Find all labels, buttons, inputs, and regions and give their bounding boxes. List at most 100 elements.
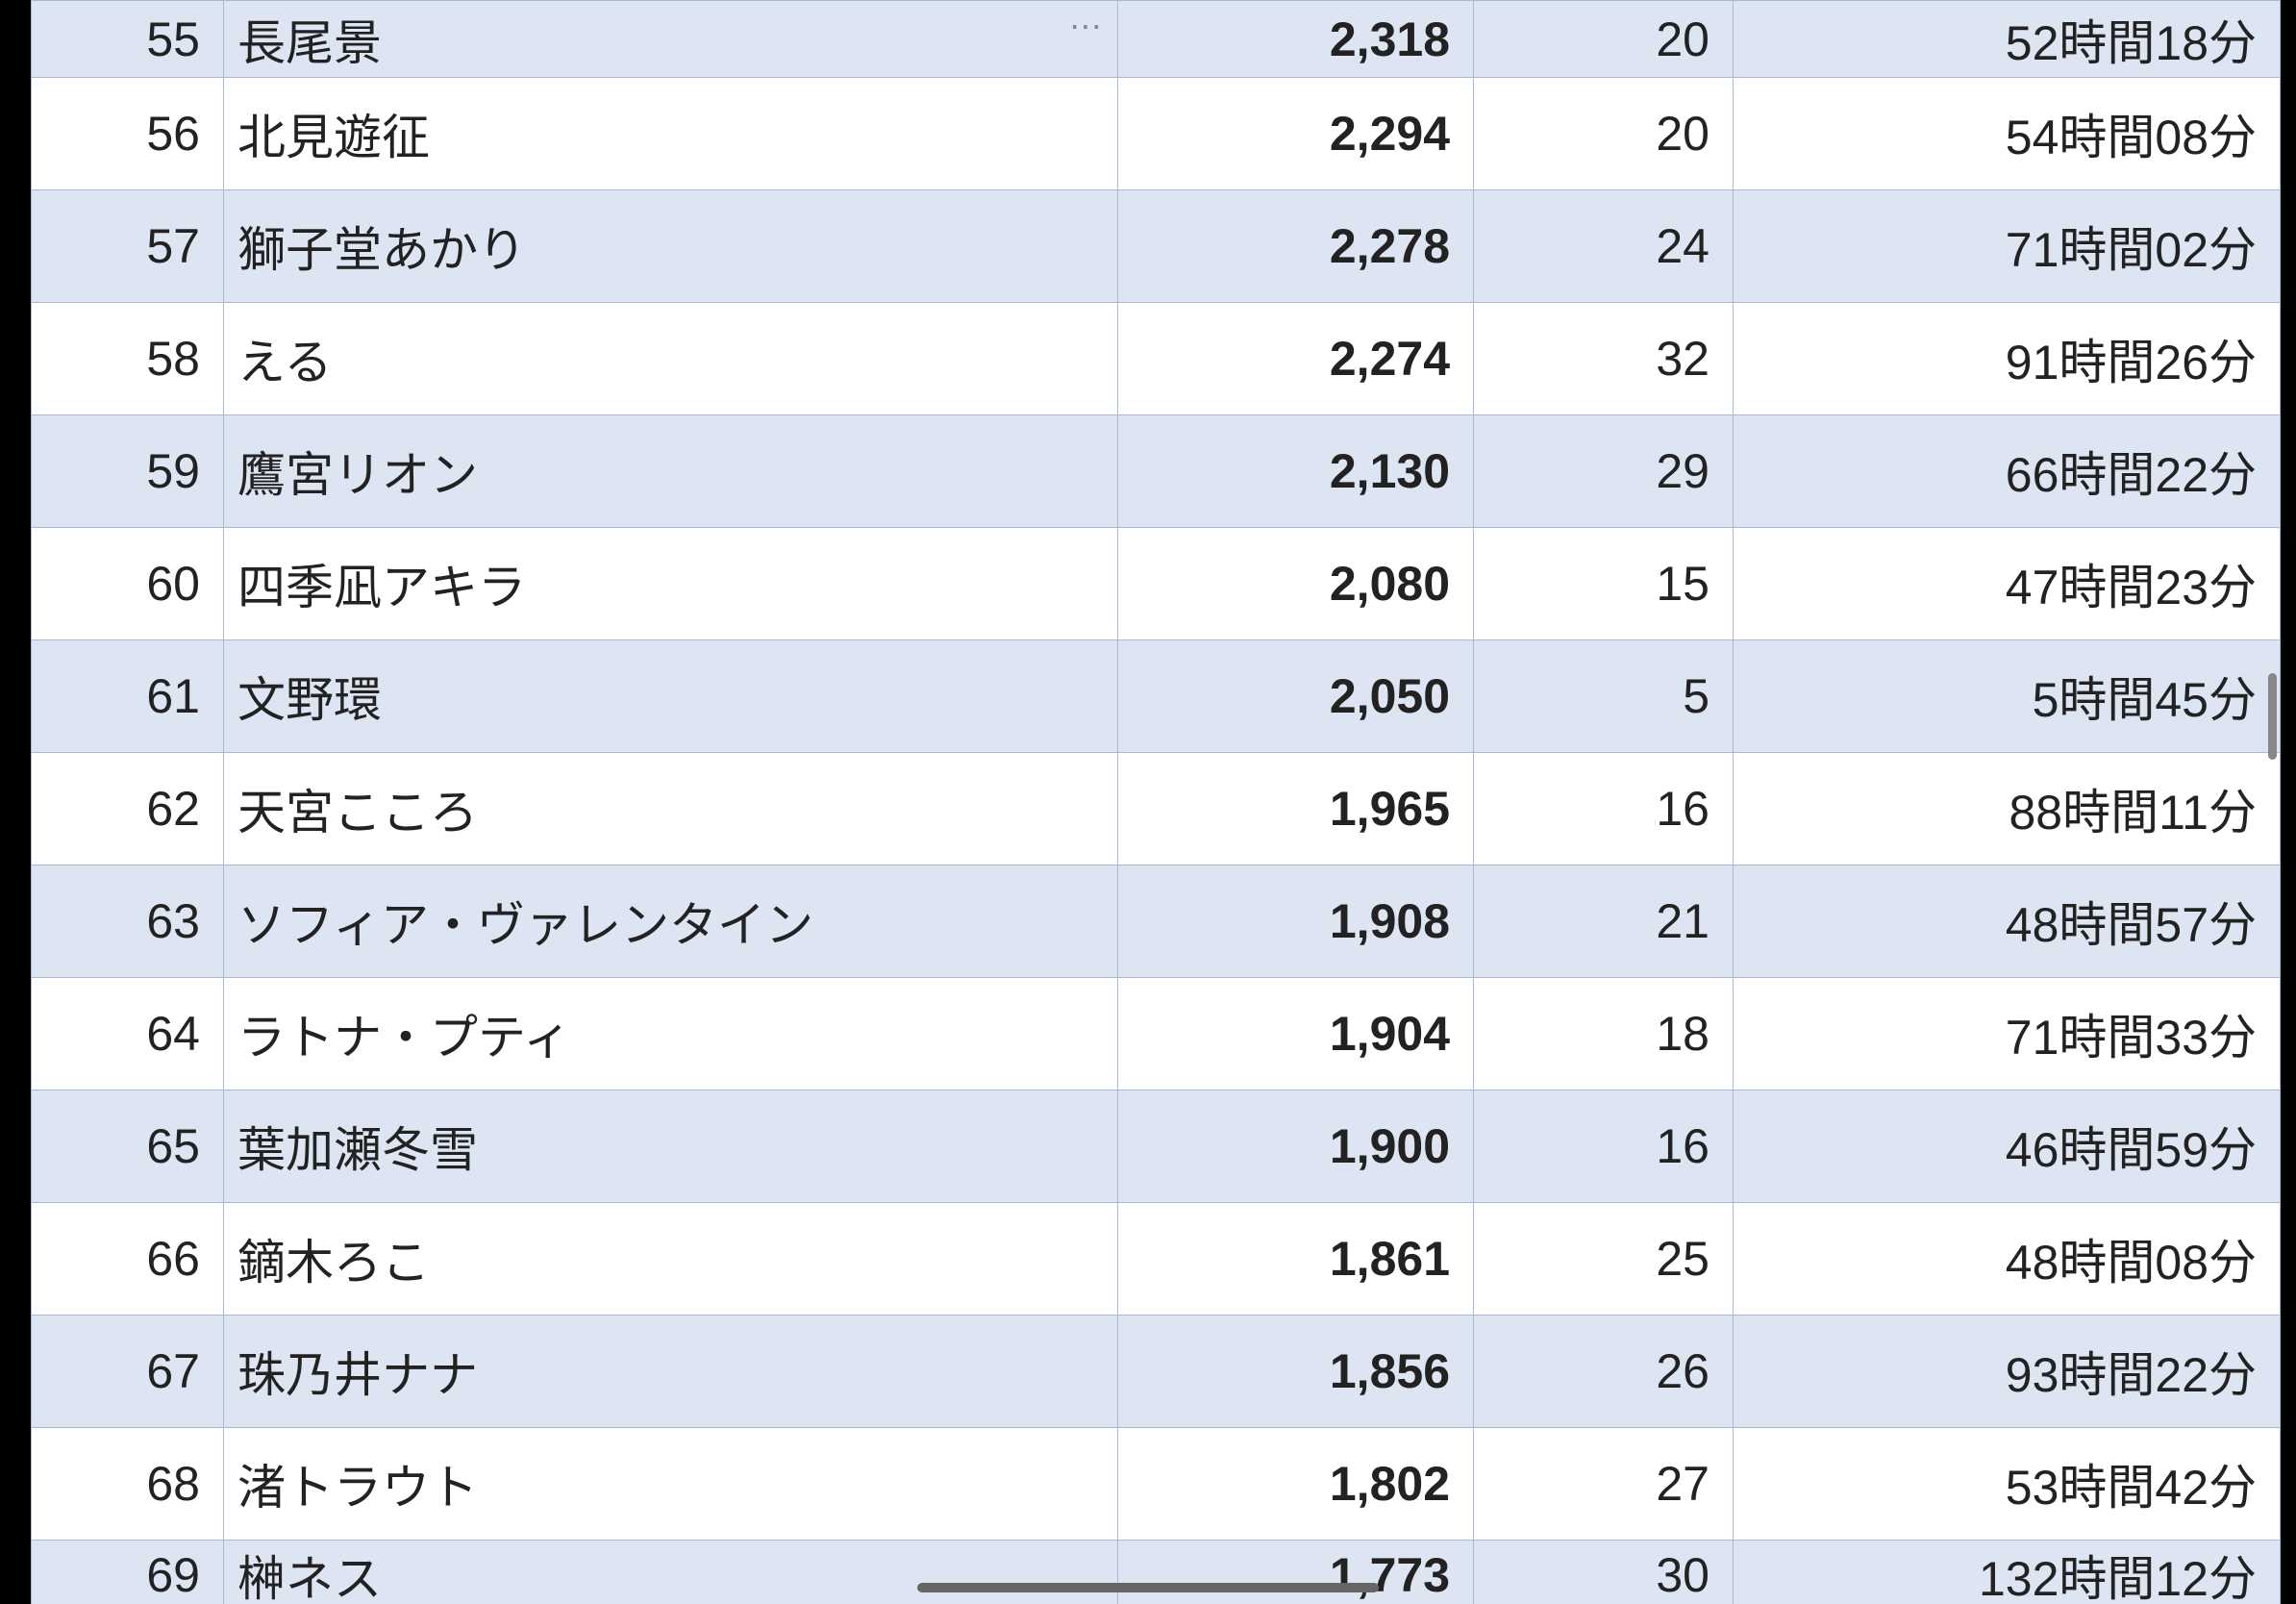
name-cell: 北見遊征: [224, 78, 1118, 190]
count-cell: 21: [1474, 865, 1734, 978]
name-text: 鷹宮リオン: [237, 448, 478, 502]
rank-cell: 60: [32, 528, 224, 640]
points-cell: 1,965: [1118, 753, 1474, 865]
name-text: 珠乃井ナナ: [237, 1348, 478, 1402]
name-text: 北見遊征: [237, 111, 430, 164]
count-cell: 29: [1474, 415, 1734, 528]
name-text: 渚トラウト: [237, 1461, 478, 1515]
name-cell: 四季凪アキラ: [224, 528, 1118, 640]
count-cell: 27: [1474, 1428, 1734, 1541]
count-cell: 25: [1474, 1203, 1734, 1316]
rank-cell: 65: [32, 1090, 224, 1203]
table-row[interactable]: 56北見遊征 2,2942054時間08分: [32, 78, 2281, 190]
time-cell: 71時間02分: [1734, 190, 2281, 303]
time-cell: 66時間22分: [1734, 415, 2281, 528]
rank-cell: 62: [32, 753, 224, 865]
points-cell: 1,802: [1118, 1428, 1474, 1541]
table-row[interactable]: 60四季凪アキラ 2,0801547時間23分: [32, 528, 2281, 640]
name-cell: 獅子堂あかり: [224, 190, 1118, 303]
table-viewport: 55長尾景⋯2,3182052時間18分56北見遊征2,2942054時間08分…: [31, 0, 2281, 1604]
name-text: 榊ネス: [237, 1552, 382, 1604]
table-row[interactable]: 59鷹宮リオン2,1302966時間22分: [32, 415, 2281, 528]
rank-cell: 61: [32, 640, 224, 753]
points-cell: 2,318: [1118, 1, 1474, 78]
name-cell: 鷹宮リオン: [224, 415, 1118, 528]
table-row[interactable]: 55長尾景⋯2,3182052時間18分: [32, 1, 2281, 78]
time-cell: 88時間11分: [1734, 753, 2281, 865]
count-cell: 5: [1474, 640, 1734, 753]
rank-cell: 68: [32, 1428, 224, 1541]
count-cell: 18: [1474, 978, 1734, 1090]
points-cell: 1,773: [1118, 1541, 1474, 1604]
count-cell: 30: [1474, 1541, 1734, 1604]
table-row[interactable]: 58える2,2743291時間26分: [32, 303, 2281, 415]
name-text: 鏑木ろこ: [237, 1236, 430, 1290]
points-cell: 2,294: [1118, 78, 1474, 190]
table-row[interactable]: 67珠乃井ナナ 1,8562693時間22分: [32, 1316, 2281, 1428]
name-text: 獅子堂あかり: [237, 223, 526, 277]
table-row[interactable]: 64ラトナ・プティ1,9041871時間33分: [32, 978, 2281, 1090]
count-cell: 16: [1474, 1090, 1734, 1203]
name-cell: 文野環: [224, 640, 1118, 753]
count-cell: 26: [1474, 1316, 1734, 1428]
rank-cell: 57: [32, 190, 224, 303]
name-text: 天宮こころ: [237, 786, 478, 840]
time-cell: 93時間22分: [1734, 1316, 2281, 1428]
points-cell: 1,904: [1118, 978, 1474, 1090]
count-cell: 32: [1474, 303, 1734, 415]
table-container[interactable]: 55長尾景⋯2,3182052時間18分56北見遊征2,2942054時間08分…: [31, 0, 2281, 1604]
count-cell: 16: [1474, 753, 1734, 865]
name-text: 四季凪アキラ: [237, 561, 526, 614]
rank-cell: 59: [32, 415, 224, 528]
rank-cell: 58: [32, 303, 224, 415]
count-cell: 24: [1474, 190, 1734, 303]
table-row[interactable]: 66鏑木ろこ 1,8612548時間08分: [32, 1203, 2281, 1316]
table-row[interactable]: 69榊ネス 1,77330132時間12分: [32, 1541, 2281, 1604]
points-cell: 2,274: [1118, 303, 1474, 415]
time-cell: 48時間57分: [1734, 865, 2281, 978]
name-cell: ソフィア・ヴァレンタイン: [224, 865, 1118, 978]
time-cell: 46時間59分: [1734, 1090, 2281, 1203]
rank-cell: 66: [32, 1203, 224, 1316]
name-text: える: [237, 336, 333, 389]
table-row[interactable]: 65葉加瀬冬雪 1,9001646時間59分: [32, 1090, 2281, 1203]
name-cell: 榊ネス: [224, 1541, 1118, 1604]
time-cell: 54時間08分: [1734, 78, 2281, 190]
time-cell: 48時間08分: [1734, 1203, 2281, 1316]
rank-cell: 69: [32, 1541, 224, 1604]
name-text: ソフィア・ヴァレンタイン: [237, 898, 813, 952]
scrollbar-thumb[interactable]: [2268, 673, 2277, 760]
ellipsis-icon[interactable]: ⋯: [1069, 11, 1104, 43]
rank-cell: 64: [32, 978, 224, 1090]
name-text: 文野環: [237, 673, 382, 727]
count-cell: 15: [1474, 528, 1734, 640]
name-text: 長尾景: [237, 16, 382, 70]
points-cell: 1,861: [1118, 1203, 1474, 1316]
count-cell: 20: [1474, 78, 1734, 190]
name-cell: 長尾景 ⋯: [224, 1, 1118, 78]
name-cell: える: [224, 303, 1118, 415]
name-cell: 鏑木ろこ: [224, 1203, 1118, 1316]
home-indicator[interactable]: [917, 1583, 1379, 1592]
count-cell: 20: [1474, 1, 1734, 78]
table-row[interactable]: 68渚トラウト 1,8022753時間42分: [32, 1428, 2281, 1541]
rank-cell: 56: [32, 78, 224, 190]
table-row[interactable]: 61文野環2,05055時間45分: [32, 640, 2281, 753]
name-cell: 珠乃井ナナ: [224, 1316, 1118, 1428]
time-cell: 132時間12分: [1734, 1541, 2281, 1604]
name-text: 葉加瀬冬雪: [237, 1123, 478, 1177]
time-cell: 53時間42分: [1734, 1428, 2281, 1541]
points-cell: 1,900: [1118, 1090, 1474, 1203]
name-text: ラトナ・プティ: [237, 1011, 571, 1065]
name-cell: 葉加瀬冬雪: [224, 1090, 1118, 1203]
points-cell: 2,080: [1118, 528, 1474, 640]
rank-cell: 67: [32, 1316, 224, 1428]
points-cell: 2,278: [1118, 190, 1474, 303]
table-row[interactable]: 63ソフィア・ヴァレンタイン1,9082148時間57分: [32, 865, 2281, 978]
table-row[interactable]: 62天宮こころ 1,9651688時間11分: [32, 753, 2281, 865]
time-cell: 47時間23分: [1734, 528, 2281, 640]
ranking-table: 55長尾景⋯2,3182052時間18分56北見遊征2,2942054時間08分…: [31, 0, 2281, 1604]
name-cell: ラトナ・プティ: [224, 978, 1118, 1090]
table-row[interactable]: 57獅子堂あかり 2,2782471時間02分: [32, 190, 2281, 303]
points-cell: 1,856: [1118, 1316, 1474, 1428]
